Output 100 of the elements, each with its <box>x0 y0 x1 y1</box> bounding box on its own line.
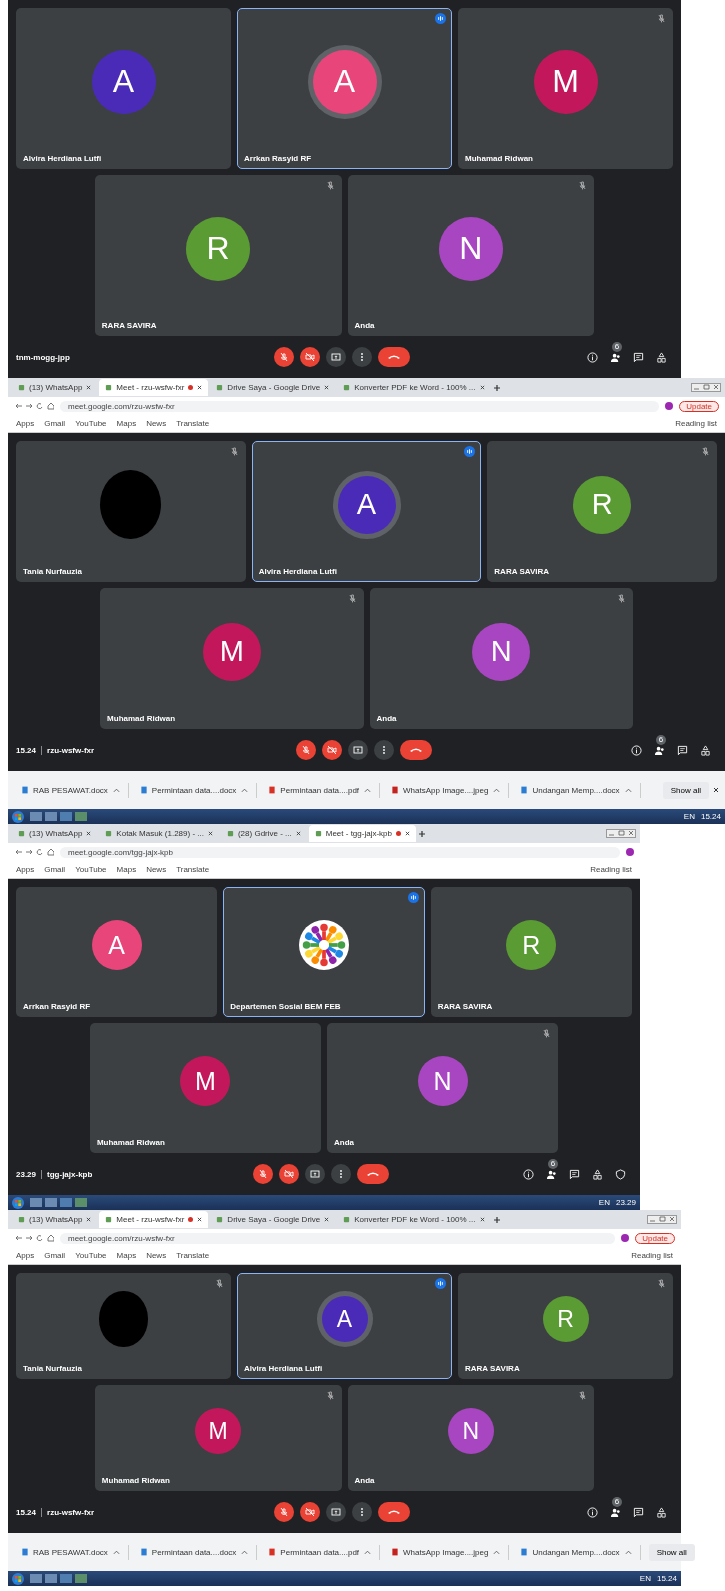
info-icon[interactable] <box>523 1168 534 1180</box>
address-field[interactable]: meet.google.com/tgg-jajx-kpb <box>60 846 620 858</box>
start-button-icon[interactable] <box>12 1196 24 1209</box>
download-item[interactable]: WhatsApp Image....jpeg <box>384 1544 510 1560</box>
bookmark-link[interactable]: Maps <box>116 1251 137 1260</box>
address-field[interactable]: meet.google.com/rzu-wsfw-fxr <box>60 400 660 412</box>
hang-up-button[interactable] <box>357 1164 389 1184</box>
microphone-off-button[interactable] <box>295 740 316 760</box>
browser-tab[interactable]: (13) WhatsApp <box>12 379 98 396</box>
microphone-off-button[interactable] <box>253 1164 273 1184</box>
hang-up-button[interactable] <box>377 1502 410 1522</box>
people-icon[interactable] <box>610 351 621 363</box>
language-indicator[interactable]: EN <box>598 1198 610 1207</box>
activities-icon[interactable] <box>700 744 711 756</box>
present-screen-button[interactable] <box>347 740 368 760</box>
activities-icon[interactable] <box>656 351 667 363</box>
close-icon[interactable] <box>324 385 330 390</box>
browser-tab[interactable]: Meet - rzu-wsfw-fxr <box>99 1211 209 1228</box>
bookmark-link[interactable]: Apps <box>16 419 35 428</box>
language-indicator[interactable]: EN <box>683 812 695 821</box>
browser-tab[interactable]: (13) WhatsApp <box>12 1211 98 1228</box>
reading-list-link[interactable]: Reading list <box>675 419 717 428</box>
new-tab-icon[interactable] <box>492 383 501 392</box>
bookmark-link[interactable]: Gmail <box>44 419 66 428</box>
taskbar-apps-icon[interactable] <box>30 1197 90 1208</box>
close-icon[interactable] <box>86 831 92 836</box>
reading-list-link[interactable]: Reading list <box>590 865 632 874</box>
navigation-icon[interactable] <box>14 848 54 856</box>
bookmark-link[interactable]: YouTube <box>75 419 107 428</box>
close-icon[interactable] <box>197 1217 203 1222</box>
window-controls-icon[interactable] <box>606 829 636 838</box>
profile-avatar-icon[interactable] <box>626 848 634 856</box>
more-options-button[interactable] <box>351 1502 372 1522</box>
browser-tab[interactable]: Konverter PDF ke Word - 100% ... <box>337 1211 491 1228</box>
start-button-icon[interactable] <box>12 810 24 823</box>
language-indicator[interactable]: EN <box>639 1574 651 1583</box>
taskbar-apps-icon[interactable] <box>30 811 90 822</box>
browser-tab[interactable]: Meet - rzu-wsfw-fxr <box>99 379 209 396</box>
close-icon[interactable] <box>207 831 213 836</box>
bookmark-link[interactable]: Apps <box>16 1251 35 1260</box>
chat-icon[interactable] <box>633 1506 644 1518</box>
present-screen-button[interactable] <box>325 347 346 367</box>
hang-up-button[interactable] <box>399 740 432 760</box>
profile-avatar-icon[interactable] <box>665 402 674 410</box>
profile-avatar-icon[interactable] <box>621 1234 630 1242</box>
close-icon[interactable] <box>405 831 410 836</box>
chat-icon[interactable] <box>677 744 688 756</box>
browser-tab[interactable]: (13) WhatsApp <box>12 825 98 842</box>
address-field[interactable]: meet.google.com/rzu-wsfw-fxr <box>60 1232 616 1244</box>
bookmark-link[interactable]: News <box>146 419 167 428</box>
download-item[interactable]: Undangan Memp....docx <box>513 782 641 798</box>
hang-up-button[interactable] <box>377 347 410 367</box>
show-all-button[interactable]: Show all <box>648 1543 695 1561</box>
more-options-button[interactable] <box>351 347 372 367</box>
browser-tab[interactable]: (28) Gdrive - ... <box>220 825 307 842</box>
info-icon[interactable] <box>587 1506 598 1518</box>
camera-off-button[interactable] <box>321 740 342 760</box>
download-item[interactable]: Undangan Memp....docx <box>513 1544 641 1560</box>
people-icon[interactable] <box>610 1506 621 1518</box>
bookmark-link[interactable]: Gmail <box>44 1251 66 1260</box>
microphone-off-button[interactable] <box>273 1502 294 1522</box>
bookmark-link[interactable]: Gmail <box>44 865 66 874</box>
more-options-button[interactable] <box>331 1164 351 1184</box>
close-icon[interactable] <box>324 1217 330 1222</box>
download-item[interactable]: Permintaan data....pdf <box>261 1544 381 1560</box>
bookmark-link[interactable]: Maps <box>116 865 137 874</box>
download-item[interactable]: Permintaan data....docx <box>132 782 258 798</box>
window-controls-icon[interactable] <box>647 1215 677 1224</box>
bookmark-link[interactable]: Apps <box>16 865 35 874</box>
activities-icon[interactable] <box>592 1168 603 1180</box>
microphone-off-button[interactable] <box>273 347 294 367</box>
bookmark-link[interactable]: Translate <box>176 865 210 874</box>
bookmark-link[interactable]: News <box>146 1251 167 1260</box>
close-icon[interactable] <box>479 1217 485 1222</box>
reading-list-link[interactable]: Reading list <box>631 1251 673 1260</box>
download-item[interactable]: RAB PESAWAT.docx <box>14 782 129 798</box>
close-icon[interactable] <box>86 1217 92 1222</box>
bookmark-link[interactable]: YouTube <box>75 865 107 874</box>
bookmark-link[interactable]: Translate <box>176 1251 210 1260</box>
download-item[interactable]: Permintaan data....docx <box>132 1544 258 1560</box>
window-controls-icon[interactable] <box>691 383 721 392</box>
browser-tab[interactable]: Drive Saya - Google Drive <box>210 379 336 396</box>
new-tab-icon[interactable] <box>492 1215 501 1224</box>
show-all-button[interactable]: Show all <box>662 781 709 799</box>
download-item[interactable]: Permintaan data....pdf <box>261 782 381 798</box>
bookmark-link[interactable]: News <box>146 865 167 874</box>
close-icon[interactable] <box>713 787 719 793</box>
start-button-icon[interactable] <box>12 1572 24 1585</box>
close-icon[interactable] <box>197 385 203 390</box>
taskbar-apps-icon[interactable] <box>30 1573 90 1584</box>
browser-tab[interactable]: Konverter PDF ke Word - 100% ... <box>337 379 491 396</box>
bookmark-link[interactable]: Translate <box>176 419 210 428</box>
present-screen-button[interactable] <box>325 1502 346 1522</box>
update-button[interactable]: Update <box>679 400 719 412</box>
bookmark-link[interactable]: YouTube <box>75 1251 107 1260</box>
more-options-button[interactable] <box>373 740 394 760</box>
camera-off-button[interactable] <box>279 1164 299 1184</box>
new-tab-icon[interactable] <box>418 829 426 838</box>
info-icon[interactable] <box>631 744 642 756</box>
close-icon[interactable] <box>479 385 485 390</box>
